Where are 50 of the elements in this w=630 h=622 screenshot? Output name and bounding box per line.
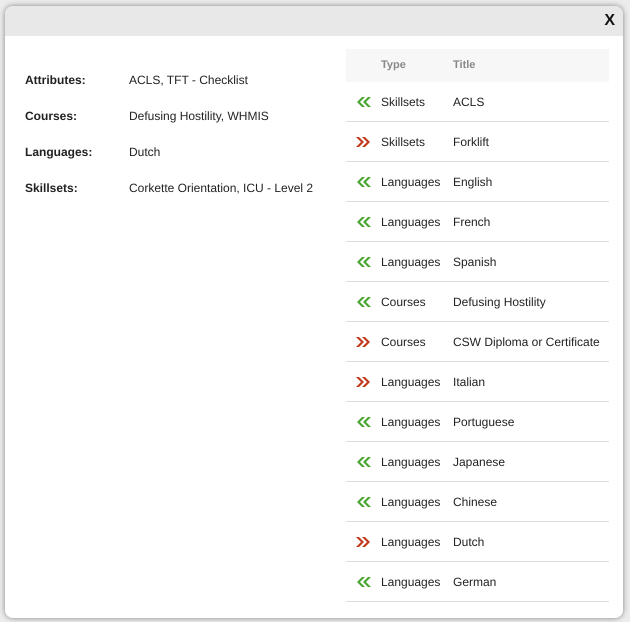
double-chevron-left-icon[interactable] xyxy=(355,454,372,468)
table-cell-text: Forklift xyxy=(453,134,489,150)
field-value: Dutch xyxy=(129,144,160,161)
table-cell-text: Languages xyxy=(381,454,442,470)
field-label: Skillsets: xyxy=(25,180,79,197)
double-chevron-left-icon[interactable] xyxy=(355,414,372,428)
double-chevron-right-icon[interactable] xyxy=(355,134,372,148)
field-value: Defusing Hostility, WHMIS xyxy=(129,108,269,125)
table-cell-text: English xyxy=(453,174,492,190)
double-chevron-left-icon[interactable] xyxy=(355,294,372,308)
table-cell-text: Languages xyxy=(381,494,442,510)
column-header: Type xyxy=(381,58,407,74)
table-cell-text: Languages xyxy=(381,574,442,590)
table-cell-text: Japanese xyxy=(453,454,506,470)
double-chevron-left-icon[interactable] xyxy=(355,174,372,188)
table-cell-text: Languages xyxy=(381,174,442,190)
table-cell-text: ACLS xyxy=(453,94,484,110)
table-cell-text: Languages xyxy=(381,254,442,270)
double-chevron-left-icon[interactable] xyxy=(355,94,372,108)
double-chevron-right-icon[interactable] xyxy=(355,534,372,548)
table-cell-text: Languages xyxy=(381,374,442,390)
field-value: Corkette Orientation, ICU - Level 2 xyxy=(129,180,314,197)
table-cell-text: Portuguese xyxy=(453,414,514,430)
table-cell-text: Italian xyxy=(453,374,486,390)
table-cell-text: Chinese xyxy=(453,494,498,510)
table-cell-text: Courses xyxy=(381,294,427,310)
table-cell-text: Languages xyxy=(381,534,442,550)
double-chevron-right-icon[interactable] xyxy=(355,334,372,348)
field-value: ACLS, TFT - Checklist xyxy=(129,72,248,89)
table-cell-text: Spanish xyxy=(453,254,496,270)
table-cell-text: Skillsets xyxy=(381,94,426,110)
field-label: Languages: xyxy=(25,144,94,161)
field-label: Courses: xyxy=(25,108,78,125)
double-chevron-left-icon[interactable] xyxy=(355,574,372,588)
table-cell-text: French xyxy=(453,214,490,230)
field-label: Attributes: xyxy=(25,72,87,89)
double-chevron-left-icon[interactable] xyxy=(355,254,372,268)
column-header: Title xyxy=(453,58,476,74)
table-cell-text: Languages xyxy=(381,414,442,430)
table-cell-text: Skillsets xyxy=(381,134,426,150)
table-cell-text: Courses xyxy=(381,334,427,350)
table-cell-text: CSW Diploma or Certificate xyxy=(453,334,600,350)
table-cell-text: German xyxy=(453,574,496,590)
table-cell-text: Defusing Hostility xyxy=(453,294,546,310)
double-chevron-left-icon[interactable] xyxy=(355,214,372,228)
table-cell-text: Dutch xyxy=(453,534,484,550)
close-button[interactable]: X xyxy=(602,13,617,29)
table-cell-text: Languages xyxy=(381,214,442,230)
double-chevron-right-icon[interactable] xyxy=(355,374,372,388)
double-chevron-left-icon[interactable] xyxy=(355,494,372,508)
